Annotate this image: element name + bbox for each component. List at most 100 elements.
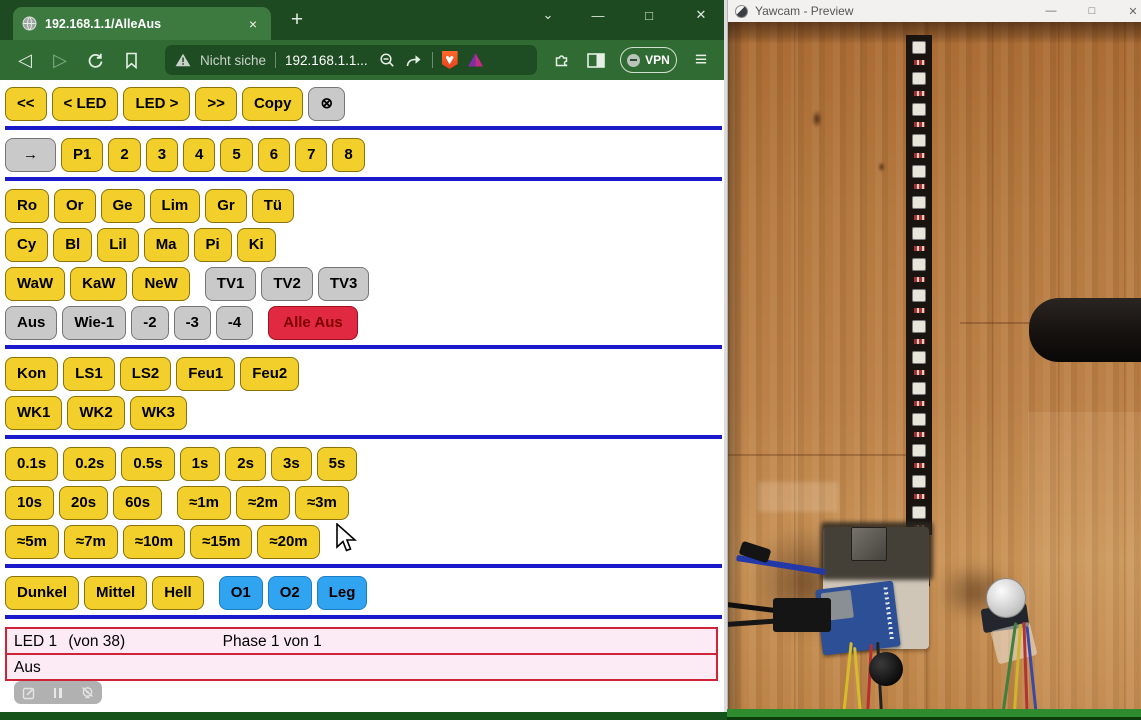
sidebar-icon[interactable] bbox=[579, 43, 613, 77]
btn-ro[interactable]: Ro bbox=[5, 189, 49, 223]
btn-hell[interactable]: Hell bbox=[152, 576, 204, 610]
btn-tv3[interactable]: TV3 bbox=[318, 267, 370, 301]
btn-0-5s[interactable]: 0.5s bbox=[121, 447, 174, 481]
browser-chevron-icon[interactable]: ⌄ bbox=[529, 2, 567, 28]
btn-mittel[interactable]: Mittel bbox=[84, 576, 147, 610]
btn-lim[interactable]: Lim bbox=[150, 189, 201, 223]
pause-icon[interactable] bbox=[49, 685, 67, 701]
btn-3s[interactable]: 3s bbox=[271, 447, 312, 481]
btn-program-1[interactable]: P1 bbox=[61, 138, 103, 172]
btn-20m[interactable]: ≈20m bbox=[257, 525, 319, 559]
btn-copy[interactable]: Copy bbox=[242, 87, 304, 121]
row-whites-tv: WaWKaWNeW TV1TV2TV3 bbox=[5, 267, 722, 301]
btn-15m[interactable]: ≈15m bbox=[190, 525, 252, 559]
btn-new[interactable]: NeW bbox=[132, 267, 189, 301]
btn-2m[interactable]: ≈2m bbox=[236, 486, 290, 520]
btn-ls1[interactable]: LS1 bbox=[63, 357, 115, 391]
btn-alle-aus[interactable]: Alle Aus bbox=[268, 306, 357, 340]
vpn-button[interactable]: VPN bbox=[620, 47, 677, 73]
btn-wk1[interactable]: WK1 bbox=[5, 396, 62, 430]
btn-or[interactable]: Or bbox=[54, 189, 96, 223]
btn-program-5[interactable]: 5 bbox=[220, 138, 252, 172]
btn-ge[interactable]: Ge bbox=[101, 189, 145, 223]
btn-o2[interactable]: O2 bbox=[268, 576, 312, 610]
btn-ma[interactable]: Ma bbox=[144, 228, 189, 262]
btn-7m[interactable]: ≈7m bbox=[64, 525, 118, 559]
forward-button[interactable]: ▷ bbox=[43, 43, 77, 77]
browser-close-button[interactable]: ✕ bbox=[682, 2, 720, 28]
btn-5s[interactable]: 5s bbox=[317, 447, 358, 481]
btn-program-3[interactable]: 3 bbox=[146, 138, 178, 172]
btn-0-1s[interactable]: 0.1s bbox=[5, 447, 58, 481]
btn-4[interactable]: -4 bbox=[216, 306, 253, 340]
btn-nav-first[interactable]: << bbox=[5, 87, 47, 121]
btn-tv1[interactable]: TV1 bbox=[205, 267, 257, 301]
yawcam-close-button[interactable]: ✕ bbox=[1118, 0, 1141, 22]
extensions-puzzle-icon[interactable] bbox=[545, 43, 579, 77]
reload-button[interactable] bbox=[78, 43, 112, 77]
btn-dunkel[interactable]: Dunkel bbox=[5, 576, 79, 610]
btn-pi[interactable]: Pi bbox=[194, 228, 232, 262]
btn-program-8[interactable]: 8 bbox=[332, 138, 364, 172]
share-icon[interactable] bbox=[405, 52, 423, 68]
btn-5m[interactable]: ≈5m bbox=[5, 525, 59, 559]
bookmark-icon[interactable] bbox=[114, 43, 148, 77]
btn-led-next[interactable]: LED > bbox=[123, 87, 190, 121]
menu-hamburger-icon[interactable]: ≡ bbox=[684, 43, 718, 77]
btn-tv2[interactable]: TV2 bbox=[261, 267, 313, 301]
btn-3m[interactable]: ≈3m bbox=[295, 486, 349, 520]
btn-lil[interactable]: Lil bbox=[97, 228, 139, 262]
yawcam-title-bar[interactable]: Yawcam - Preview — □ ✕ bbox=[728, 0, 1141, 22]
btn-1s[interactable]: 1s bbox=[180, 447, 221, 481]
btn-kon[interactable]: Kon bbox=[5, 357, 58, 391]
btn-feu1[interactable]: Feu1 bbox=[176, 357, 235, 391]
tab-close-icon[interactable]: × bbox=[244, 15, 262, 33]
btn-1m[interactable]: ≈1m bbox=[177, 486, 231, 520]
btn-clear[interactable]: ⊗ bbox=[308, 87, 345, 121]
btn-program-7[interactable]: 7 bbox=[295, 138, 327, 172]
btn-cy[interactable]: Cy bbox=[5, 228, 48, 262]
new-tab-button[interactable]: + bbox=[283, 6, 311, 34]
btn-leg[interactable]: Leg bbox=[317, 576, 368, 610]
btn-3[interactable]: -3 bbox=[174, 306, 211, 340]
btn-aus[interactable]: Aus bbox=[5, 306, 57, 340]
yawcam-maximize-button[interactable]: □ bbox=[1077, 0, 1107, 22]
btn-feu2[interactable]: Feu2 bbox=[240, 357, 299, 391]
btn-10m[interactable]: ≈10m bbox=[123, 525, 185, 559]
btn-kaw[interactable]: KaW bbox=[70, 267, 127, 301]
btn-2s[interactable]: 2s bbox=[225, 447, 266, 481]
btn-2[interactable]: -2 bbox=[131, 306, 168, 340]
brave-rewards-icon[interactable] bbox=[467, 52, 484, 68]
btn-apply-arrow[interactable]: → bbox=[5, 138, 56, 172]
back-button[interactable]: ◁ bbox=[8, 43, 42, 77]
btn-20s[interactable]: 20s bbox=[59, 486, 108, 520]
btn-wie-1[interactable]: Wie-1 bbox=[62, 306, 126, 340]
btn-0-2s[interactable]: 0.2s bbox=[63, 447, 116, 481]
brave-shield-icon[interactable] bbox=[442, 51, 458, 69]
camera-off-icon[interactable] bbox=[78, 685, 96, 701]
btn-ki[interactable]: Ki bbox=[237, 228, 276, 262]
btn-o1[interactable]: O1 bbox=[219, 576, 263, 610]
browser-tab[interactable]: 192.168.1.1/AlleAus × bbox=[13, 7, 271, 40]
btn-wk3[interactable]: WK3 bbox=[130, 396, 187, 430]
btn-60s[interactable]: 60s bbox=[113, 486, 162, 520]
status-line-1: LED 1 (von 38) Phase 1 von 1 bbox=[5, 627, 718, 655]
annotate-icon[interactable] bbox=[20, 685, 38, 701]
btn-ls2[interactable]: LS2 bbox=[120, 357, 172, 391]
address-bar[interactable]: Nicht siche 192.168.1.1... bbox=[165, 45, 537, 75]
btn-waw[interactable]: WaW bbox=[5, 267, 65, 301]
browser-maximize-button[interactable]: □ bbox=[630, 2, 668, 28]
btn-nav-last[interactable]: >> bbox=[195, 87, 237, 121]
btn-program-6[interactable]: 6 bbox=[258, 138, 290, 172]
zoom-out-icon[interactable] bbox=[379, 52, 396, 69]
browser-minimize-button[interactable]: — bbox=[579, 2, 617, 28]
btn-bl[interactable]: Bl bbox=[53, 228, 92, 262]
btn-10s[interactable]: 10s bbox=[5, 486, 54, 520]
btn-led-prev[interactable]: < LED bbox=[52, 87, 119, 121]
btn-wk2[interactable]: WK2 bbox=[67, 396, 124, 430]
btn-program-2[interactable]: 2 bbox=[108, 138, 140, 172]
btn-program-4[interactable]: 4 bbox=[183, 138, 215, 172]
yawcam-minimize-button[interactable]: — bbox=[1036, 0, 1066, 22]
btn-gr[interactable]: Gr bbox=[205, 189, 247, 223]
btn-tü[interactable]: Tü bbox=[252, 189, 294, 223]
